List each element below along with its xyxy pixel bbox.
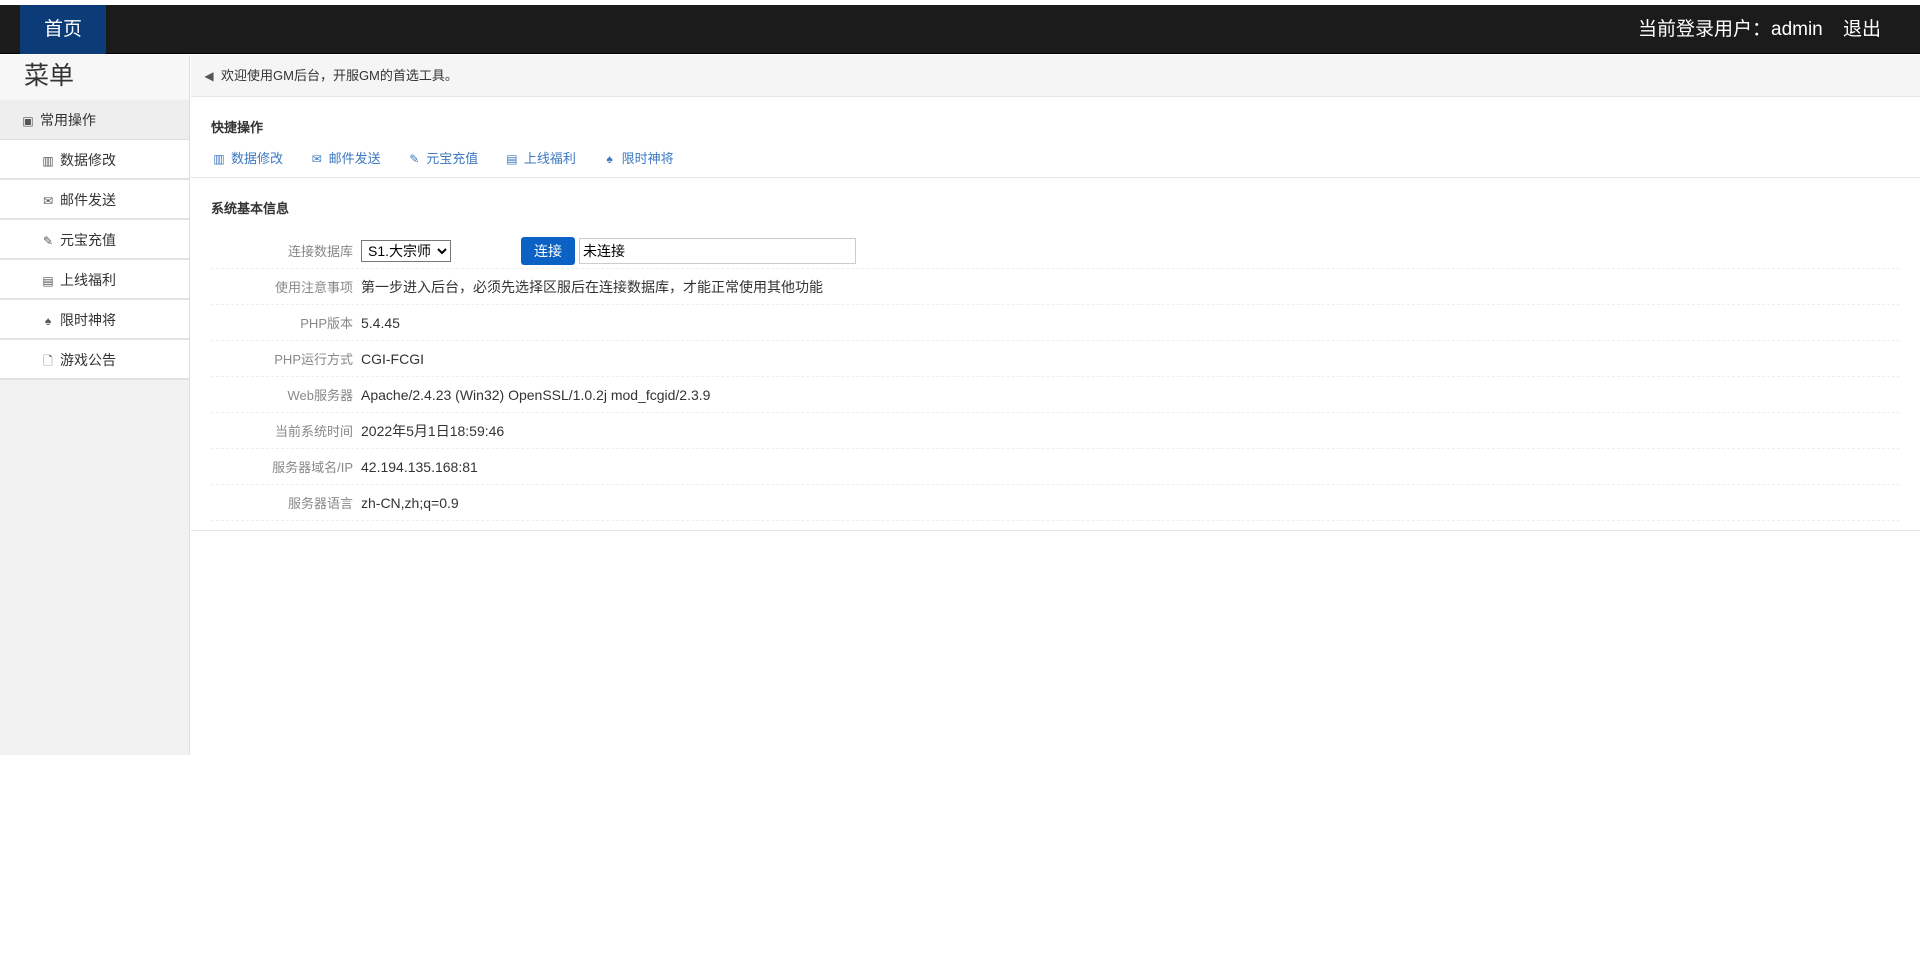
connect-button[interactable]: 连接 bbox=[521, 236, 575, 265]
sidebar: 菜单 ▣ 常用操作 ▥ 数据修改 ✉ 邮件发送 ✎ 元宝充值 ▤ 上线福利 ♠ 限时神将 🗋… bbox=[0, 55, 190, 755]
top-navbar: 首页 当前登录用户：admin 退出 bbox=[0, 5, 1920, 54]
quick-actions: 快捷操作 ▥ 数据修改 ✉ 邮件发送 ✎ 元宝充值 ▤ 上线福利 ♠ 限时神将 bbox=[191, 97, 1920, 178]
quick-link-recharge[interactable]: ✎ 元宝充值 bbox=[406, 151, 478, 166]
group-label: 常用操作 bbox=[40, 112, 96, 128]
books-icon: ▥ bbox=[213, 152, 225, 166]
system-info: 系统基本信息 连接数据库 S1.大宗师 连接 使用注意事项第一步进入后台，必须先… bbox=[191, 178, 1920, 531]
books-icon: ▥ bbox=[42, 154, 54, 168]
item-label: 邮件发送 bbox=[60, 192, 116, 208]
row-label: PHP运行方式 bbox=[274, 352, 353, 367]
quick-link-mail[interactable]: ✉ 邮件发送 bbox=[309, 151, 381, 166]
link-label: 元宝充值 bbox=[426, 151, 479, 166]
db-select[interactable]: S1.大宗师 bbox=[361, 239, 451, 262]
envelope-icon: ✉ bbox=[311, 152, 322, 166]
sidebar-item-login-bonus[interactable]: ▤ 上线福利 bbox=[0, 260, 189, 300]
item-label: 游戏公告 bbox=[60, 352, 116, 368]
info-row: 当前系统时间 2022年5月1日18:59:46 bbox=[211, 413, 1900, 449]
sidebar-item-limited-hero[interactable]: ♠ 限时神将 bbox=[0, 300, 189, 340]
info-row: PHP版本 5.4.45 bbox=[211, 305, 1900, 341]
row-value: CGI-FCGI bbox=[361, 350, 424, 367]
main-content: ◀ 欢迎使用GM后台，开服GM的首选工具。 快捷操作 ▥ 数据修改 ✉ 邮件发送 ✎ 元… bbox=[191, 55, 1920, 531]
notice-text: 欢迎使用GM后台，开服GM的首选工具。 bbox=[221, 68, 458, 83]
sidebar-item-data-edit[interactable]: ▥ 数据修改 bbox=[0, 140, 189, 180]
row-label: 服务器语言 bbox=[287, 496, 353, 511]
sidebar-item-recharge[interactable]: ✎ 元宝充值 bbox=[0, 220, 189, 260]
info-row: PHP运行方式 CGI-FCGI bbox=[211, 341, 1900, 377]
db-row: 连接数据库 S1.大宗师 连接 bbox=[211, 233, 1900, 269]
db-label: 连接数据库 bbox=[287, 244, 353, 259]
item-label: 限时神将 bbox=[60, 312, 116, 328]
row-value: 5.4.45 bbox=[361, 314, 400, 331]
quick-link-limited-hero[interactable]: ♠ 限时神将 bbox=[602, 151, 674, 166]
spade-icon: ♠ bbox=[606, 152, 613, 166]
quick-link-login-bonus[interactable]: ▤ 上线福利 bbox=[504, 151, 576, 166]
row-value: 第一步进入后台，必须先选择区服后在连接数据库，才能正常使用其他功能 bbox=[361, 278, 823, 295]
row-label: 当前系统时间 bbox=[274, 424, 353, 439]
sidebar-item-announcement[interactable]: 🗋 游戏公告 bbox=[0, 340, 189, 380]
row-label: Web服务器 bbox=[287, 388, 354, 403]
current-user: 当前登录用户：admin bbox=[1638, 19, 1823, 40]
wrench-icon: ✎ bbox=[42, 234, 54, 248]
row-value: 42.194.135.168:81 bbox=[361, 458, 478, 475]
info-row: 使用注意事项 第一步进入后台，必须先选择区服后在连接数据库，才能正常使用其他功能 bbox=[211, 269, 1900, 305]
connection-status-input[interactable] bbox=[579, 237, 856, 264]
item-label: 元宝充值 bbox=[60, 232, 116, 248]
sidebar-group-common[interactable]: ▣ 常用操作 bbox=[0, 100, 189, 140]
info-title: 系统基本信息 bbox=[211, 201, 290, 216]
link-label: 上线福利 bbox=[523, 151, 576, 166]
row-value: Apache/2.4.23 (Win32) OpenSSL/1.0.2j mod… bbox=[361, 386, 711, 403]
info-row: 服务器语言 zh-CN,zh;q=0.9 bbox=[211, 485, 1900, 521]
wrench-icon: ✎ bbox=[409, 152, 420, 166]
link-label: 邮件发送 bbox=[328, 151, 381, 166]
row-label: 服务器域名/IP bbox=[272, 460, 353, 475]
menu-title: 菜单 bbox=[0, 55, 189, 100]
quick-title: 快捷操作 bbox=[211, 120, 264, 135]
notice-bar: ◀ 欢迎使用GM后台，开服GM的首选工具。 bbox=[191, 55, 1920, 97]
row-label: 使用注意事项 bbox=[274, 280, 353, 295]
file-icon: 🗋 bbox=[43, 354, 53, 368]
speaker-icon: ◀ bbox=[204, 69, 214, 83]
row-label: PHP版本 bbox=[300, 316, 353, 331]
item-label: 数据修改 bbox=[60, 152, 116, 168]
sidebar-item-mail[interactable]: ✉ 邮件发送 bbox=[0, 180, 189, 220]
row-value: 2022年5月1日18:59:46 bbox=[361, 422, 505, 439]
book-icon: ▣ bbox=[22, 114, 34, 128]
link-label: 限时神将 bbox=[621, 151, 674, 166]
item-label: 上线福利 bbox=[60, 272, 116, 288]
info-row: 服务器域名/IP 42.194.135.168:81 bbox=[211, 449, 1900, 485]
envelope-icon: ✉ bbox=[42, 194, 54, 208]
quick-link-data-edit[interactable]: ▥ 数据修改 bbox=[211, 151, 283, 166]
logout-link[interactable]: 退出 bbox=[1843, 5, 1881, 54]
spade-icon: ♠ bbox=[44, 314, 52, 328]
home-tab[interactable]: 首页 bbox=[20, 5, 106, 54]
row-value: zh-CN,zh;q=0.9 bbox=[361, 494, 459, 511]
link-label: 数据修改 bbox=[231, 151, 284, 166]
info-row: Web服务器 Apache/2.4.23 (Win32) OpenSSL/1.0.… bbox=[211, 377, 1900, 413]
list-icon: ▤ bbox=[42, 274, 54, 288]
list-icon: ▤ bbox=[506, 152, 518, 166]
